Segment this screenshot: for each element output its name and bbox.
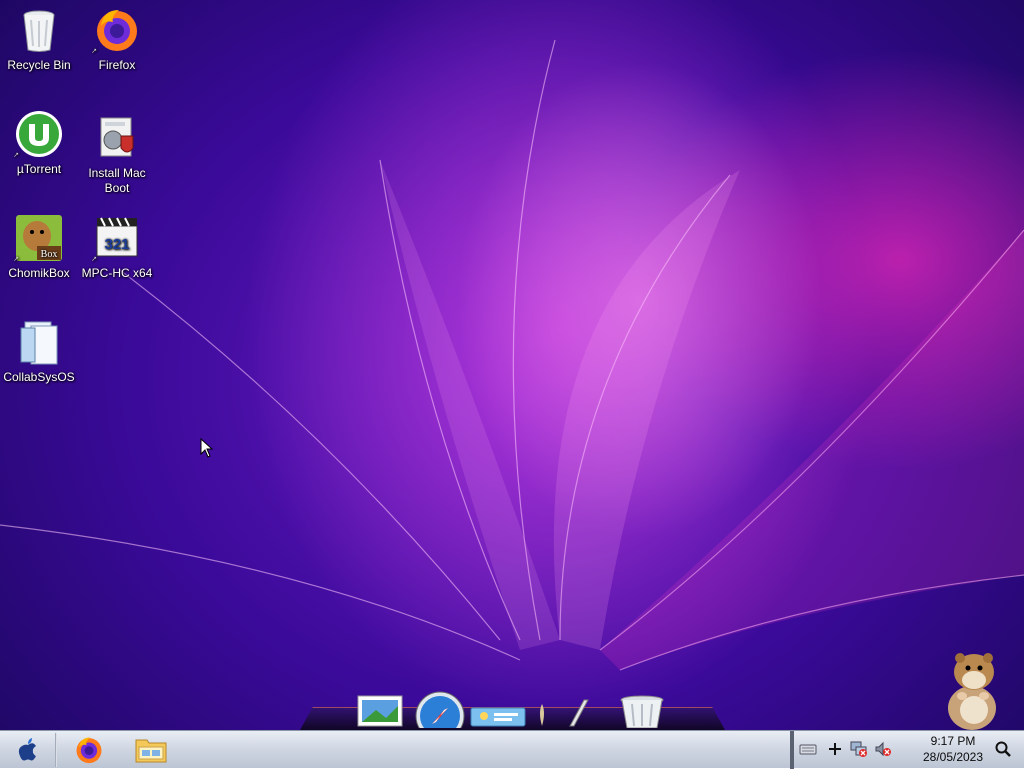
desktop-icon-utorrent[interactable]: ↗ µTorrent [0, 110, 78, 177]
desktop-icon-label: µTorrent [16, 162, 62, 176]
plus-icon[interactable] [826, 740, 844, 758]
desktop-icon-label: MPC-HC x64 [81, 266, 153, 280]
taskbar: 9:17 PM 28/05/2023 [0, 730, 1024, 769]
folder-icon [15, 318, 63, 366]
file-explorer-icon [135, 739, 167, 763]
taskbar-separator [55, 733, 57, 767]
taskbar-clock[interactable]: 9:17 PM 28/05/2023 [905, 733, 1001, 767]
installer-icon [93, 114, 141, 162]
clock-date: 28/05/2023 [922, 750, 984, 764]
desktop-icon-label: Firefox [98, 58, 136, 72]
dock [300, 690, 725, 730]
photos-icon[interactable] [356, 692, 406, 728]
desktop-icon-label: Recycle Bin [7, 58, 71, 72]
desktop-icon-label: ChomikBox [8, 266, 70, 280]
search-icon[interactable] [994, 740, 1012, 758]
preferences-icon[interactable] [534, 702, 550, 728]
ichat-icon[interactable] [470, 706, 526, 728]
mouse-cursor-icon [200, 438, 214, 458]
wallpaper [0, 39, 1024, 671]
desktop-icon-collabsysos[interactable]: CollabSysOS [0, 318, 78, 385]
desktop-icon-mpc-hc[interactable]: 321 ↗ MPC-HC x64 [78, 214, 156, 281]
desktop-icon-recycle-bin[interactable]: Recycle Bin [0, 6, 78, 73]
shortcut-arrow-icon: ↗ [13, 152, 19, 159]
shortcut-arrow-icon: ↗ [91, 256, 97, 263]
recycle-bin-icon [15, 6, 63, 54]
desktop-icon-firefox[interactable]: ↗ Firefox [78, 6, 156, 73]
desktop-icon-chomikbox[interactable]: Box ↗ ChomikBox [0, 214, 78, 281]
shortcut-arrow-icon: ↗ [13, 256, 19, 263]
taskbar-firefox-button[interactable] [70, 734, 108, 766]
desktop-icon-label: CollabSysOS [3, 370, 75, 384]
pen-icon[interactable] [566, 698, 592, 728]
clock-time: 9:17 PM [930, 734, 976, 748]
volume-muted-icon[interactable] [874, 740, 892, 758]
start-button[interactable] [10, 734, 46, 766]
shortcut-arrow-icon: ↗ [91, 48, 97, 55]
svg-text:Box: Box [41, 249, 58, 260]
keyboard-icon[interactable] [799, 740, 817, 758]
mpc-hc-icon: 321 ↗ [91, 214, 141, 263]
desktop[interactable]: Recycle Bin ↗ Firefox ↗ µTorrent Install… [0, 0, 1024, 730]
taskbar-explorer-button[interactable] [132, 734, 170, 766]
firefox-icon [76, 737, 102, 764]
chomikbox-icon: Box ↗ [13, 214, 63, 263]
firefox-icon: ↗ [91, 6, 141, 55]
svg-text:321: 321 [104, 236, 129, 253]
tray-separator [790, 731, 794, 769]
desktop-icon-label: Install Mac Boot [88, 166, 146, 195]
trash-icon[interactable] [618, 694, 666, 728]
network-error-icon[interactable] [850, 740, 868, 758]
apple-icon [18, 738, 36, 761]
hamster-mascot-icon [948, 653, 996, 730]
desktop-icon-install-mac-boot[interactable]: Install Mac Boot [78, 114, 156, 196]
safari-icon[interactable] [414, 690, 466, 728]
utorrent-icon: ↗ [13, 110, 63, 159]
